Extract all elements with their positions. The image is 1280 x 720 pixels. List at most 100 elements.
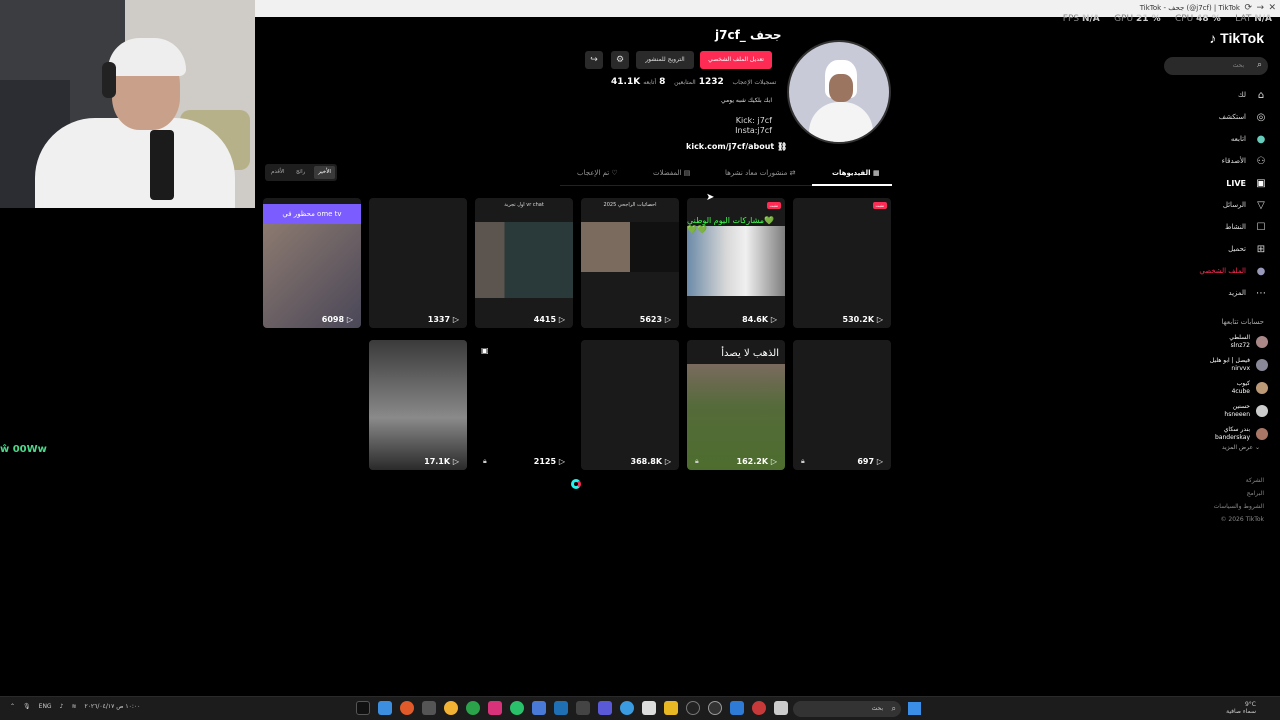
tab-reposts[interactable]: منشورات معاد نشرها ⇄	[725, 169, 795, 177]
sidebar-item-live[interactable]: LIVE ▣	[1158, 172, 1268, 194]
teams-icon[interactable]	[598, 701, 612, 715]
volume-icon[interactable]: ♪	[60, 703, 64, 710]
tiktok-logo[interactable]: ♪ TikTok	[1209, 30, 1264, 46]
app-icon[interactable]	[422, 701, 436, 715]
bookmark-icon: ▤	[683, 169, 691, 177]
sidebar-item-more[interactable]: المزيد ⋯	[1158, 282, 1268, 304]
instagram-icon[interactable]	[488, 701, 502, 715]
calendar-icon[interactable]	[642, 701, 656, 715]
windows-taskbar: ⌃ 🎙︎ ENG ♪ ≋ ١٠:٠٠ ص ٢٠٢٦/٠٤/١٧ بحث ⌕ 9°C…	[0, 696, 1280, 720]
following-header: حسابات تتابعها	[1221, 318, 1264, 326]
sort-popular[interactable]: رائج	[296, 169, 305, 175]
following-account[interactable]: بندر سكاي banderskay	[1178, 422, 1268, 445]
video-card[interactable]: الذهب لا يصدأ 🔒︎ 162.2K ▷	[687, 340, 785, 470]
share-icon: ↪	[590, 55, 598, 65]
tab-favorites[interactable]: المفضلات ▤	[653, 169, 690, 177]
following-account[interactable]: كيوب 4cube	[1178, 376, 1268, 399]
footer-link[interactable]: الشركة	[1214, 474, 1264, 487]
video-card[interactable]: اول تجربة vr chat 4415 ▷	[475, 198, 573, 328]
app-icon[interactable]	[686, 701, 700, 715]
app-icon[interactable]	[708, 701, 722, 715]
window-title: TikTok - جحف (@j7cf) | TikTok	[1139, 4, 1240, 12]
edge-icon[interactable]	[378, 701, 392, 715]
video-card[interactable]: ▣ 🔒︎ 2125 ▷	[475, 340, 573, 470]
app-icon[interactable]	[554, 701, 568, 715]
search-input[interactable]: بحث ⌕	[1164, 57, 1268, 75]
webcam-overlay	[0, 0, 255, 208]
view-count: 6098 ▷	[321, 315, 353, 324]
profile-avatar[interactable]	[787, 40, 891, 144]
profile-tabs: الفيديوهات ▦ منشورات معاد نشرها ⇄ المفضل…	[560, 166, 892, 186]
settings-button[interactable]: ⚙	[611, 51, 629, 69]
whatsapp-icon[interactable]	[510, 701, 524, 715]
view-count: 368.8K ▷	[630, 457, 671, 466]
link-icon: ⛓	[777, 142, 788, 151]
sidebar-item-upload[interactable]: تحميل ⊞	[1158, 238, 1268, 260]
video-card[interactable]: 🔒︎ 697 ▷	[793, 340, 891, 470]
sort-oldest[interactable]: الأقدم	[271, 169, 285, 175]
promote-post-button[interactable]: الترويج للمنشور	[636, 51, 694, 69]
sidebar-item-explore[interactable]: استكشف ◎	[1158, 106, 1268, 128]
see-more-button[interactable]: عرض المزيد ⌄	[1222, 444, 1260, 451]
avatar	[1256, 381, 1268, 394]
tab-liked[interactable]: تم الإعجاب ♡	[577, 169, 618, 177]
profile-link[interactable]: kick.com/j7cf/about ⛓	[686, 142, 787, 151]
mic-icon[interactable]: 🎙︎	[23, 703, 31, 710]
sort-latest[interactable]: الأخير	[314, 166, 335, 179]
copyright: © 2026 TikTok	[1220, 516, 1265, 523]
video-card[interactable]: 368.8K ▷	[581, 340, 679, 470]
footer-link[interactable]: الشروط والسياسات	[1214, 500, 1264, 513]
edit-profile-button[interactable]: تعديل الملف الشخصي	[700, 51, 772, 69]
forward-icon[interactable]: →	[1256, 3, 1264, 13]
video-card[interactable]: احصائيات الراجحي 2025 5623 ▷	[581, 198, 679, 328]
share-button[interactable]: ↪	[585, 51, 603, 69]
folder-icon[interactable]	[664, 701, 678, 715]
sidebar-item-following[interactable]: اتابعه ●	[1158, 128, 1268, 150]
video-card[interactable]: مثبت 530.2K ▷	[793, 198, 891, 328]
view-count: 530.2K ▷	[842, 315, 883, 324]
weather-widget[interactable]: 9°C سماء صافية	[1226, 701, 1256, 715]
search-icon: ⌕	[891, 704, 896, 713]
video-card[interactable]: مثبت مشاركات اليوم الوطني💚💚💚 84.6K ▷	[687, 198, 785, 328]
following-account[interactable]: فيصل | ابو هليل nirvvx	[1178, 353, 1268, 376]
footer-link[interactable]: البرامج	[1214, 487, 1264, 500]
sidebar-item-friends[interactable]: الأصدقاء ⚇	[1158, 150, 1268, 172]
app-icon[interactable]	[576, 701, 590, 715]
xbox-icon[interactable]	[466, 701, 480, 715]
view-count: 84.6K ▷	[742, 315, 777, 324]
chat-message: ŵ 00Ww	[0, 444, 47, 455]
video-card[interactable]: 1337 ▷	[369, 198, 467, 328]
taskbar-search[interactable]: بحث ⌕	[793, 701, 901, 717]
firefox-icon[interactable]	[400, 701, 414, 715]
close-icon[interactable]: ✕	[1268, 3, 1276, 13]
following-account[interactable]: حسنين hsneeen	[1178, 399, 1268, 422]
profile-counts: 41.1K تسجيلات الإعجاب 1232المتابعين 8أتاب…	[611, 77, 777, 87]
sidebar-item-activity[interactable]: النشاط ☐	[1158, 216, 1268, 238]
pinned-badge: مثبت	[872, 202, 887, 209]
search-icon[interactable]: ⌕	[1257, 60, 1262, 70]
app-icon[interactable]	[774, 701, 788, 715]
clock[interactable]: ١٠:٠٠ ص ٢٠٢٦/٠٤/١٧	[84, 703, 140, 710]
video-card[interactable]: 17.1K ▷	[369, 340, 467, 470]
app-icon[interactable]	[752, 701, 766, 715]
windows-start-button[interactable]	[908, 702, 921, 715]
following-account[interactable]: السلطي slnz72	[1178, 330, 1268, 353]
video-card[interactable]: محظور في ome tv 6098 ▷	[263, 198, 361, 328]
tab-videos[interactable]: الفيديوهات ▦	[832, 169, 880, 177]
tiktok-app-icon[interactable]	[356, 701, 370, 715]
avatar	[1256, 335, 1268, 348]
view-count: 1337 ▷	[427, 315, 459, 324]
avatar-icon: ●	[1256, 133, 1266, 145]
edge-icon[interactable]	[620, 701, 634, 715]
app-icon[interactable]	[730, 701, 744, 715]
sidebar-item-foryou[interactable]: لك ⌂	[1158, 84, 1268, 106]
chevron-up-icon[interactable]: ⌃	[10, 703, 15, 710]
chrome-icon[interactable]	[444, 701, 458, 715]
language-indicator[interactable]: ENG	[39, 703, 52, 710]
wifi-icon[interactable]: ≋	[71, 703, 76, 710]
sidebar-item-profile[interactable]: الملف الشخصي ●	[1158, 260, 1268, 282]
avatar	[1256, 427, 1268, 440]
sidebar-item-messages[interactable]: الرسائل ▽	[1158, 194, 1268, 216]
reload-icon[interactable]: ⟳	[1244, 3, 1252, 13]
app-icon[interactable]	[532, 701, 546, 715]
